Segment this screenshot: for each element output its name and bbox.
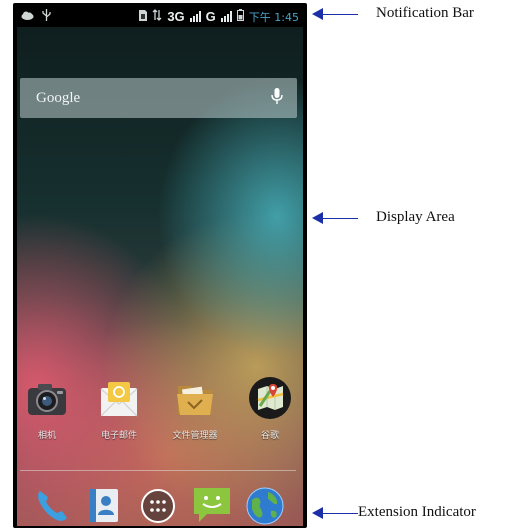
app-label: 相机 [37,431,56,441]
extension-arrow-line [323,513,358,514]
app-label: 电子邮件 [100,431,137,441]
app-drawer-icon[interactable] [137,485,179,531]
google-search-bar[interactable]: Google [20,78,297,118]
app-label: 文件管理器 [172,431,218,441]
network-3g-label: 3G [167,9,185,24]
messaging-icon[interactable] [191,485,233,529]
app-email[interactable]: 电子邮件 [89,380,149,441]
camera-icon [26,384,68,424]
battery-icon [236,9,244,24]
cloud-icon [21,10,34,23]
maps-icon [248,377,292,424]
app-maps[interactable]: 谷歌 [240,376,300,441]
extension-arrow-head [312,507,323,519]
app-label: 谷歌 [260,431,279,441]
contacts-icon[interactable] [84,485,124,529]
sim-card-icon [139,9,148,24]
usb-icon [42,9,51,24]
display-area-arrow-head [312,212,323,224]
phone-icon[interactable] [32,485,72,529]
browser-icon[interactable] [244,485,286,531]
display-area-arrow-line [323,218,358,219]
email-icon [98,382,140,424]
microphone-icon[interactable] [271,87,283,109]
display-area-label: Display Area [376,209,455,225]
signal-bars-g-icon [220,11,232,22]
extension-indicator-label: Extension Indicator [358,504,476,520]
app-file-manager[interactable]: 文件管理器 [165,378,225,441]
network-g-label: G [205,9,216,24]
notification-bar[interactable]: 3G G 下午 1:45 [17,6,303,27]
notification-bar-label: Notification Bar [376,5,474,21]
signal-bars-3g-icon [189,11,201,22]
dock-divider [20,470,296,471]
notification-arrow-line [323,14,358,15]
status-clock: 下午 1:45 [248,10,299,24]
search-label: Google [36,89,81,106]
folder-icon [174,386,216,424]
notification-arrow-head [312,8,323,20]
app-camera[interactable]: 相机 [17,378,77,441]
data-transfer-icon [152,9,162,24]
